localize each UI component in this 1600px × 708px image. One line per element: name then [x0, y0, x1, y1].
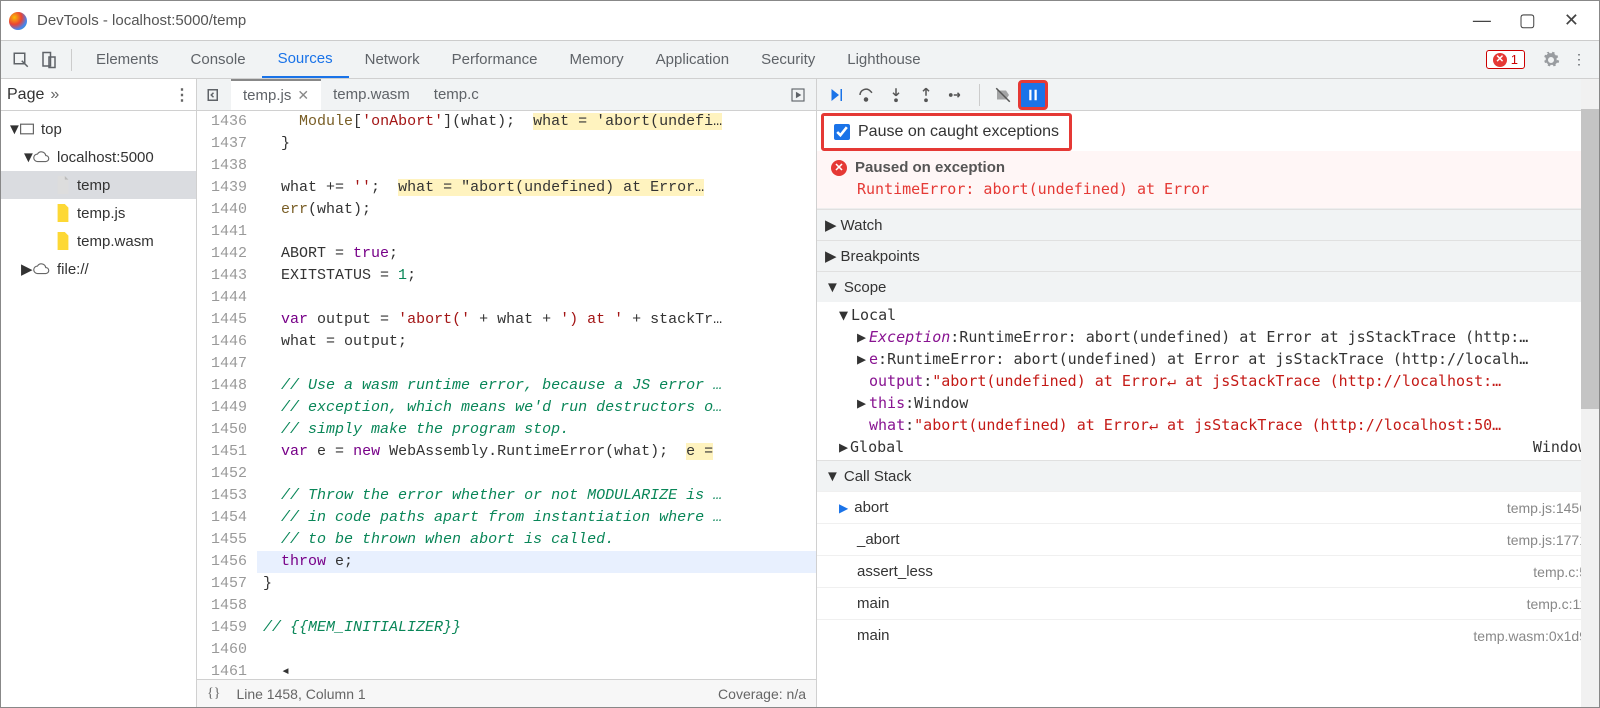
page-panel-title[interactable]: Page	[7, 86, 44, 104]
close-button[interactable]: ✕	[1564, 10, 1579, 31]
resume-button[interactable]	[821, 80, 851, 110]
tab-sources[interactable]: Sources	[262, 41, 349, 78]
window-titlebar: DevTools - localhost:5000/temp — ▢ ✕	[1, 1, 1599, 41]
nav-history-icon[interactable]	[201, 81, 229, 109]
pretty-print-icon[interactable]: {}	[207, 686, 220, 702]
tab-lighthouse[interactable]: Lighthouse	[831, 41, 936, 78]
editor-tab[interactable]: temp.wasm	[321, 79, 422, 110]
devtools-tabs: ElementsConsoleSourcesNetworkPerformance…	[1, 41, 1599, 79]
page-panel: Page » ⋮ ▼top ▼localhost:5000 temp temp.…	[1, 79, 197, 707]
callstack-frame[interactable]: _aborttemp.js:1771	[817, 523, 1599, 555]
watch-section[interactable]: ▶Watch	[817, 210, 1599, 240]
scrollbar-track[interactable]	[1581, 79, 1599, 707]
snippet-run-icon[interactable]	[784, 81, 812, 109]
debug-toolbar	[817, 79, 1599, 111]
editor-tab[interactable]: temp.js✕	[231, 79, 321, 110]
tab-elements[interactable]: Elements	[80, 41, 175, 78]
step-out-button[interactable]	[911, 80, 941, 110]
minimize-button[interactable]: —	[1473, 10, 1491, 31]
code-content[interactable]: Module['onAbort'](what); what = 'abort(u…	[257, 111, 816, 679]
scope-variable[interactable]: what: "abort(undefined) at Error↵ at jsS…	[817, 414, 1599, 436]
scope-body: ▼Local ▶ Exception: RuntimeError: abort(…	[817, 302, 1599, 460]
exception-message: RuntimeError: abort(undefined) at Error	[831, 180, 1587, 198]
scope-variable[interactable]: ▶ Exception: RuntimeError: abort(undefin…	[817, 326, 1599, 348]
step-over-button[interactable]	[851, 80, 881, 110]
tab-performance[interactable]: Performance	[436, 41, 554, 78]
editor-statusbar: {} Line 1458, Column 1 Coverage: n/a	[197, 679, 816, 707]
window-title: DevTools - localhost:5000/temp	[37, 12, 1473, 29]
callstack-frame[interactable]: ▶aborttemp.js:1456	[817, 491, 1599, 523]
callstack-frame[interactable]: assert_lesstemp.c:5	[817, 555, 1599, 587]
panel-more-icon[interactable]: ⋮	[174, 85, 190, 105]
tree-file-tempjs[interactable]: temp.js	[1, 199, 196, 227]
pause-caught-checkbox[interactable]	[834, 124, 850, 140]
editor-tabs: temp.js✕temp.wasmtemp.c	[197, 79, 816, 111]
tree-host[interactable]: ▼localhost:5000	[1, 143, 196, 171]
device-toolbar-icon[interactable]	[35, 46, 63, 74]
callstack-frame[interactable]: maintemp.c:11	[817, 587, 1599, 619]
step-button[interactable]	[941, 80, 971, 110]
scope-variable[interactable]: ▶ this: Window	[817, 392, 1599, 414]
tree-file-temp[interactable]: temp	[1, 171, 196, 199]
tab-application[interactable]: Application	[640, 41, 745, 78]
cursor-position: Line 1458, Column 1	[236, 686, 365, 702]
tab-memory[interactable]: Memory	[554, 41, 640, 78]
tree-file-tempwasm[interactable]: temp.wasm	[1, 227, 196, 255]
deactivate-breakpoints-button[interactable]	[988, 80, 1018, 110]
devtools-logo-icon	[9, 12, 27, 30]
scrollbar-thumb[interactable]	[1581, 109, 1599, 409]
tab-network[interactable]: Network	[349, 41, 436, 78]
callstack-section[interactable]: ▼Call Stack	[817, 461, 1599, 491]
scope-section[interactable]: ▼Scope	[817, 272, 1599, 302]
inspect-element-icon[interactable]	[7, 46, 35, 74]
paused-banner: ✕Paused on exception RuntimeError: abort…	[817, 151, 1599, 209]
panel-chevron-icon[interactable]: »	[50, 86, 59, 104]
error-icon: ✕	[831, 160, 847, 176]
line-gutter: 1436143714381439144014411442144314441445…	[197, 111, 257, 679]
close-tab-icon[interactable]: ✕	[297, 87, 309, 104]
settings-gear-icon[interactable]	[1537, 46, 1565, 74]
error-count-badge[interactable]: ✕1	[1486, 50, 1525, 69]
tree-file-scheme[interactable]: ▶file://	[1, 255, 196, 283]
debugger-panel: Pause on caught exceptions ✕Paused on ex…	[817, 79, 1599, 707]
code-editor: temp.js✕temp.wasmtemp.c 1436143714381439…	[197, 79, 817, 707]
tab-security[interactable]: Security	[745, 41, 831, 78]
pause-caught-checkbox-row[interactable]: Pause on caught exceptions	[821, 113, 1072, 151]
tree-top[interactable]: ▼top	[1, 115, 196, 143]
coverage-status: Coverage: n/a	[718, 686, 806, 702]
file-tree: ▼top ▼localhost:5000 temp temp.js temp.w…	[1, 111, 196, 287]
breakpoints-section[interactable]: ▶Breakpoints	[817, 241, 1599, 271]
scope-variable[interactable]: ▶ e: RuntimeError: abort(undefined) at E…	[817, 348, 1599, 370]
tab-console[interactable]: Console	[175, 41, 262, 78]
callstack-frame[interactable]: maintemp.wasm:0x1d9	[817, 619, 1599, 651]
maximize-button[interactable]: ▢	[1519, 10, 1536, 31]
scope-variable[interactable]: output: "abort(undefined) at Error↵ at j…	[817, 370, 1599, 392]
scope-local[interactable]: ▼Local	[817, 304, 1599, 326]
kebab-menu-icon[interactable]: ⋮	[1565, 46, 1593, 74]
step-into-button[interactable]	[881, 80, 911, 110]
pause-on-exceptions-button[interactable]	[1018, 80, 1048, 110]
editor-tab[interactable]: temp.c	[422, 79, 491, 110]
callstack-body: ▶aborttemp.js:1456_aborttemp.js:1771asse…	[817, 491, 1599, 651]
scope-global[interactable]: ▶GlobalWindow	[817, 436, 1599, 458]
